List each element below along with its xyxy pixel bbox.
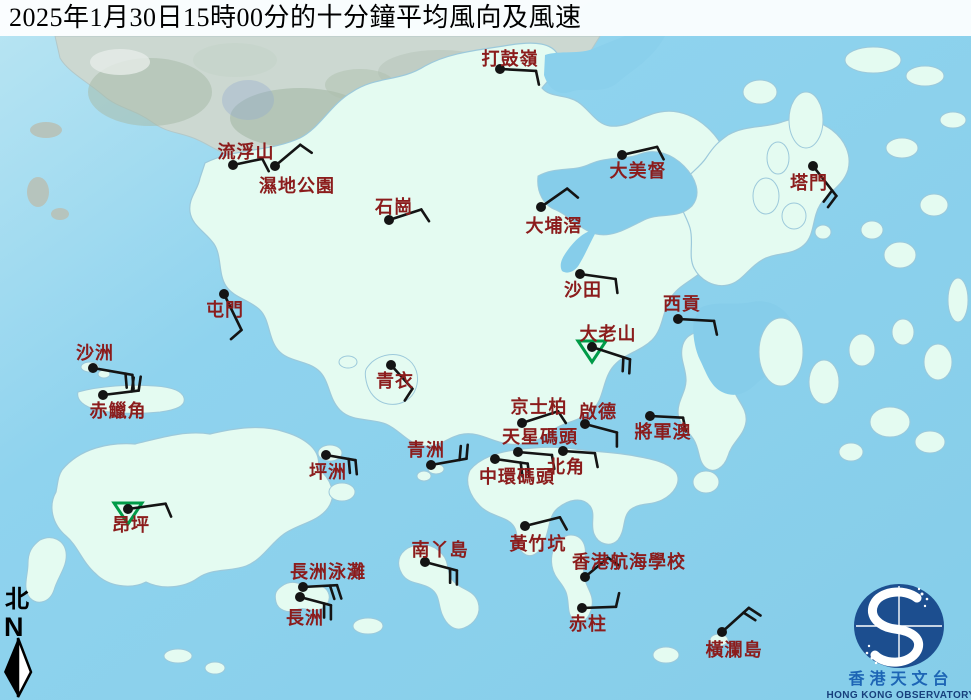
station-dot <box>577 603 587 613</box>
station-dot <box>270 161 280 171</box>
station-label: 橫瀾島 <box>706 639 763 660</box>
station-label: 大埔滘 <box>526 215 583 236</box>
station-label: 打鼓嶺 <box>482 48 539 69</box>
station-dot <box>513 447 523 457</box>
station-label: 大美督 <box>610 160 667 181</box>
station-dot <box>520 521 530 531</box>
station-label: 屯門 <box>206 299 244 320</box>
station-label: 西貢 <box>663 294 701 314</box>
station-dot <box>558 446 568 456</box>
station-label: 中環碼頭 <box>479 466 555 487</box>
wind-barb-tick <box>458 444 463 462</box>
station-label: 濕地公園 <box>259 175 335 196</box>
station-label: 長洲 <box>286 608 324 628</box>
station-label: 黃竹坑 <box>509 533 567 554</box>
station-label: 京士柏 <box>511 396 568 417</box>
station-dot <box>575 269 585 279</box>
station-dot <box>295 592 305 602</box>
station-dot <box>426 460 436 470</box>
station-dot <box>808 161 818 171</box>
wind-barb-tick <box>347 457 352 475</box>
wind-barb-staff <box>301 583 339 589</box>
station-dot <box>88 363 98 373</box>
station-dot <box>673 314 683 324</box>
wind-barb-tick <box>614 277 619 295</box>
wind-barb-tick <box>354 458 359 476</box>
station-label: 大老山 <box>580 323 637 344</box>
station-label: 長洲泳灘 <box>290 561 366 582</box>
station-label: 流浮山 <box>218 141 275 162</box>
compass-n-letter: N <box>4 612 24 642</box>
station-dot <box>298 582 308 592</box>
wind-barb-staff <box>580 605 618 610</box>
compass-north-char: 北 <box>5 586 29 613</box>
station-label: 塔門 <box>790 172 828 193</box>
station-dot <box>617 150 627 160</box>
station-label: 青衣 <box>376 370 414 391</box>
wind-barb-tick <box>124 372 128 390</box>
station-dot <box>98 390 108 400</box>
station-dot <box>219 289 229 299</box>
observatory-logo-icon <box>854 584 944 668</box>
map-canvas: 打鼓嶺流浮山濕地公園石崗 大美督塔門大埔滘沙田西貢大老山 屯門沙洲赤鱲角 青衣京士柏啟… <box>0 0 971 700</box>
wind-barb-tick <box>627 358 632 375</box>
station-label: 青洲 <box>407 440 445 460</box>
station-label: 昂坪 <box>112 515 150 535</box>
station-label: 沙洲 <box>76 343 114 363</box>
station-label: 將軍澳 <box>635 421 692 442</box>
station-label: 香港航海學校 <box>571 551 686 572</box>
station-label: 南丫島 <box>412 539 469 560</box>
station-dot <box>490 454 500 464</box>
station-dot <box>321 450 331 460</box>
station-label: 天星碼頭 <box>502 427 578 447</box>
station-dot <box>123 504 133 514</box>
ma-wan-island <box>338 355 358 369</box>
station-label: 坪洲 <box>309 462 347 482</box>
station-label: 赤柱 <box>569 613 607 634</box>
logo-name-zh: 香港天文台 <box>847 669 953 688</box>
station-dot <box>536 202 546 212</box>
station-label: 啟德 <box>579 401 617 422</box>
wind-map-screenshot: 打鼓嶺流浮山濕地公園石崗 大美督塔門大埔滘沙田西貢大老山 屯門沙洲赤鱲角 青衣京士柏啟… <box>0 0 971 700</box>
logo-name-en: HONG KONG OBSERVATORY <box>827 690 971 700</box>
station-dot <box>580 572 590 582</box>
station-dot <box>386 360 396 370</box>
station-dot <box>645 411 655 421</box>
station-label: 石崗 <box>374 196 413 217</box>
map-title: 2025年1月30日15時00分的十分鐘平均風向及風速 <box>0 0 971 36</box>
station-label: 赤鱲角 <box>90 400 147 421</box>
wind-barb-tick <box>621 355 625 373</box>
wind-barb-tick <box>465 443 470 461</box>
station-dot <box>717 627 727 637</box>
station-label: 沙田 <box>564 280 602 300</box>
